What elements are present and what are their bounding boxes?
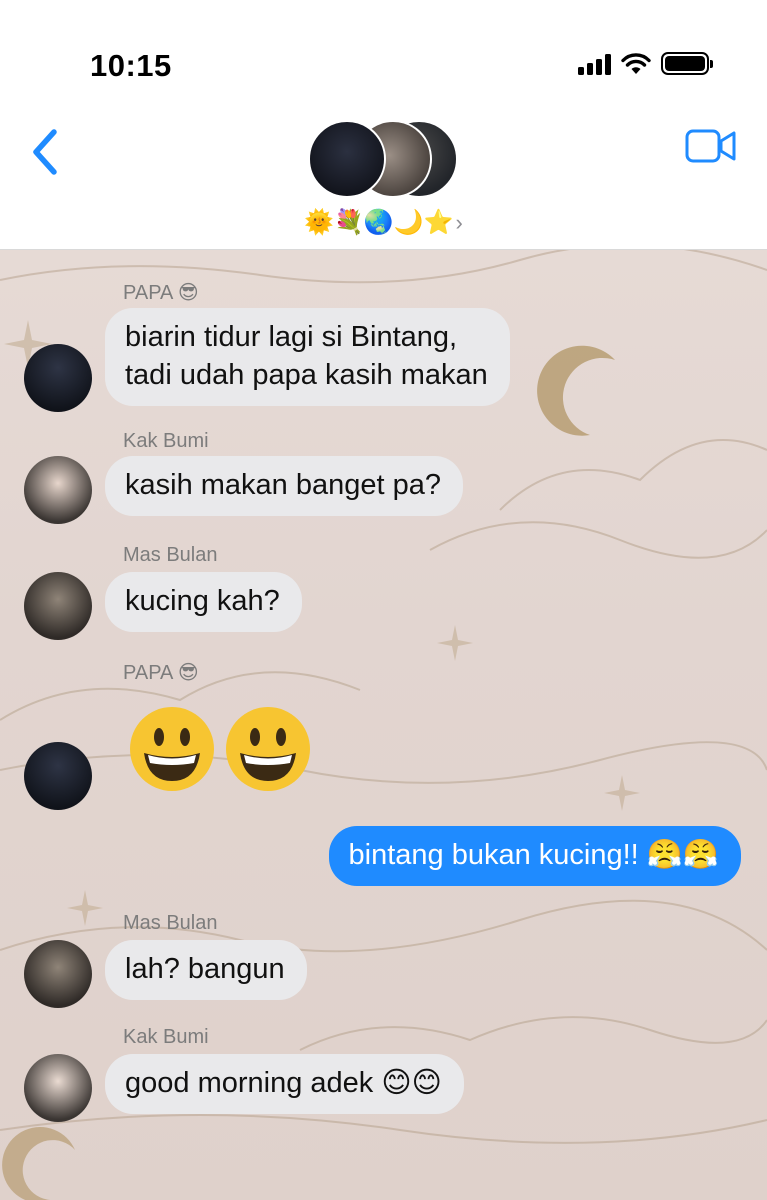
group-avatar-stack[interactable] xyxy=(308,120,458,200)
message-bubble[interactable]: kasih makan banget pa? xyxy=(105,456,463,516)
sender-name: PAPA 😎 xyxy=(123,662,199,684)
chat-area[interactable]: PAPA 😎 biarin tidur lagi si Bintang, tad… xyxy=(0,250,767,1200)
wifi-icon xyxy=(621,52,651,74)
status-time: 10:15 xyxy=(90,48,172,83)
avatar[interactable] xyxy=(24,344,92,412)
grinning-face-icon xyxy=(130,707,214,791)
group-name[interactable]: 🌞💐🌏🌙⭐› xyxy=(0,208,767,237)
sender-name: PAPA 😎 xyxy=(123,282,199,304)
emoji-message[interactable] xyxy=(128,705,312,793)
status-icons xyxy=(578,52,713,75)
battery-icon xyxy=(661,52,713,75)
message-bubble[interactable]: biarin tidur lagi si Bintang, tadi udah … xyxy=(105,308,510,406)
grinning-face-icon xyxy=(226,707,310,791)
sender-name: Mas Bulan xyxy=(123,912,218,934)
message-bubble[interactable]: lah? bangun xyxy=(105,940,307,1000)
cellular-signal-icon xyxy=(578,53,611,75)
chevron-right-icon: › xyxy=(455,210,463,235)
sender-name: Kak Bumi xyxy=(123,430,209,452)
chevron-left-icon[interactable] xyxy=(28,124,68,180)
message-bubble[interactable]: kucing kah? xyxy=(105,572,302,632)
group-name-label: 🌞💐🌏🌙⭐ xyxy=(304,209,454,236)
status-bar: 10:15 xyxy=(0,0,767,100)
outgoing-message-bubble[interactable]: bintang bukan kucing!! 😤😤 xyxy=(328,826,741,886)
conversation-header: 🌞💐🌏🌙⭐› xyxy=(0,100,767,250)
message-bubble[interactable]: good morning adek 😊😊 xyxy=(105,1054,464,1114)
avatar[interactable] xyxy=(24,940,92,1008)
member-avatar xyxy=(308,120,386,198)
avatar[interactable] xyxy=(24,1054,92,1122)
avatar[interactable] xyxy=(24,456,92,524)
avatar[interactable] xyxy=(24,572,92,640)
sender-name: Mas Bulan xyxy=(123,544,218,566)
video-camera-icon[interactable] xyxy=(685,128,737,164)
sender-name: Kak Bumi xyxy=(123,1026,209,1048)
avatar[interactable] xyxy=(24,742,92,810)
